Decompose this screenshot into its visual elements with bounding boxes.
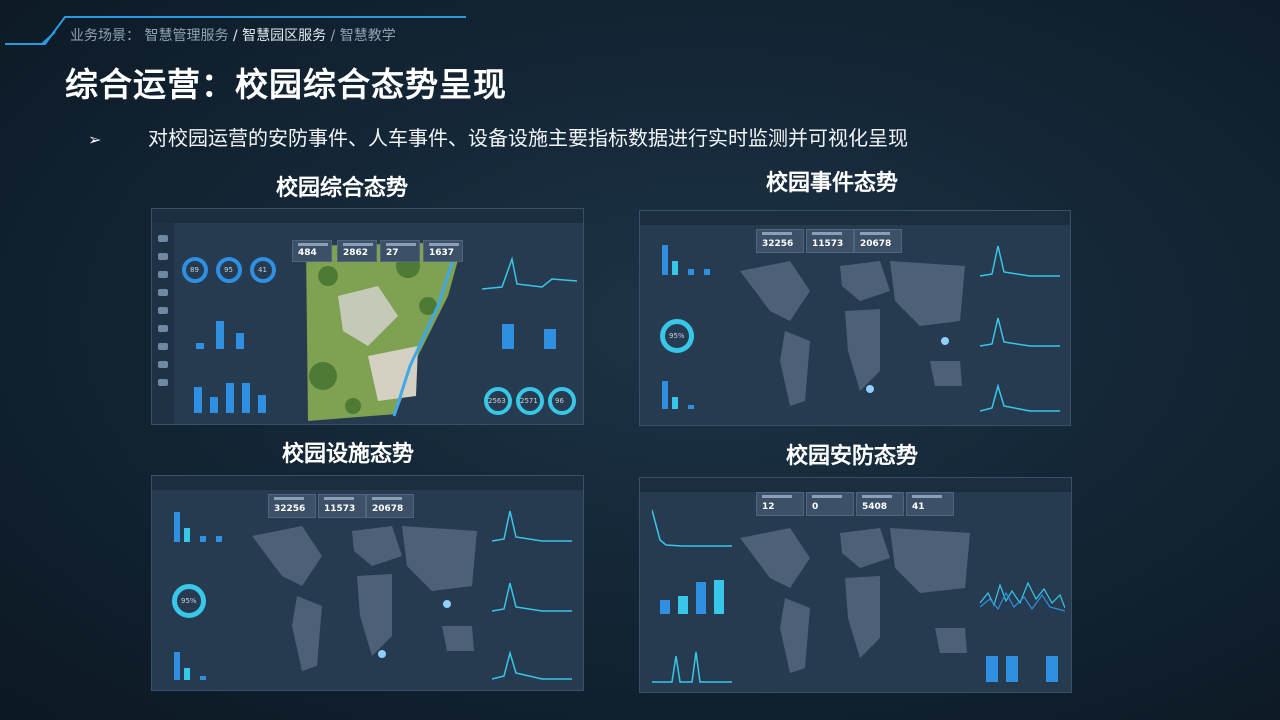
nav-icon [158, 289, 168, 296]
panel-title-events: 校园事件态势 [765, 171, 898, 196]
breadcrumb: 业务场景： 智慧管理服务 / 智慧园区服务 / 智慧教学 [70, 25, 396, 45]
chart-bar [184, 528, 190, 542]
nav-icon [158, 235, 168, 242]
campus-aerial-map[interactable] [298, 236, 478, 425]
stat-card: 11573 [318, 494, 366, 518]
chart-bar [174, 512, 180, 542]
chart-bar [672, 397, 678, 409]
panel-title-security: 校园安防态势 [785, 444, 918, 469]
stat-card: 484 [292, 240, 332, 262]
nav-icon [158, 271, 168, 278]
stat-card: 12 [756, 492, 804, 516]
stat-card: 2862 [337, 240, 377, 262]
progress-value: 95% [181, 597, 197, 605]
chart-bar [1006, 656, 1018, 682]
chart-bar [696, 582, 706, 614]
line-chart [652, 651, 732, 683]
chart-bar [502, 324, 514, 349]
world-map [740, 261, 965, 406]
stat-card: 41 [906, 492, 954, 516]
chart-bar [226, 383, 234, 413]
stat-card: 0 [806, 492, 854, 516]
chart-bar [210, 397, 218, 413]
nav-icon [158, 343, 168, 350]
chart-bar [672, 261, 678, 275]
page-title: 综合运营：校园综合态势呈现 [65, 65, 507, 104]
line-chart [980, 245, 1060, 412]
bullet-text: 对校园运营的安防事件、人车事件、设备设施主要指标数据进行实时监测并可视化呈现 [148, 126, 908, 150]
chart-bar [662, 245, 668, 275]
chart-bar [200, 676, 206, 680]
line-chart [492, 510, 572, 680]
breadcrumb-sep-1: / [232, 28, 243, 44]
bullet-point: ➢ 对校园运营的安防事件、人车事件、设备设施主要指标数据进行实时监测并可视化呈现 [88, 122, 908, 151]
nav-icon [158, 253, 168, 260]
nav-icon [158, 307, 168, 314]
gauge-value: 2571 [520, 397, 538, 405]
chart-bar [258, 395, 266, 413]
nav-icon [158, 379, 168, 386]
nav-icon [158, 325, 168, 332]
stat-card: 5408 [856, 492, 904, 516]
line-chart [652, 509, 732, 547]
events-dashboard-thumbnail[interactable]: 32256 11573 20678 95% [639, 210, 1071, 426]
chart-bar [184, 668, 190, 680]
chart-bar [236, 333, 244, 349]
world-map [740, 528, 970, 673]
chart-bar [662, 381, 668, 409]
stat-card: 20678 [366, 494, 414, 518]
panel-title-comprehensive: 校园综合态势 [275, 176, 408, 201]
progress-value: 95% [669, 332, 685, 340]
dashboard-topbar [640, 478, 1071, 492]
stat-card: 1637 [423, 240, 463, 262]
dashboard-topbar [152, 476, 583, 490]
security-dashboard-thumbnail[interactable]: 12 0 5408 41 [639, 477, 1072, 693]
gauge-value: 96 [555, 397, 564, 405]
chart-bar [714, 580, 724, 614]
chart-bar [544, 329, 556, 349]
arrow-bullet-icon: ➢ [88, 130, 102, 149]
chart-bar [660, 600, 670, 614]
breadcrumb-item-park[interactable]: 智慧园区服务 [242, 28, 326, 44]
breadcrumb-item-management[interactable]: 智慧管理服务 [144, 28, 228, 44]
chart-bar [242, 383, 250, 413]
panel-title-facilities: 校园设施态势 [281, 442, 414, 467]
breadcrumb-prefix: 业务场景： [70, 28, 140, 44]
comprehensive-dashboard-thumbnail[interactable]: 89 95 41 484 2862 27 1637 2563 2571 96 [151, 208, 584, 425]
breadcrumb-item-teaching[interactable]: 智慧教学 [340, 28, 396, 44]
facilities-dashboard-thumbnail[interactable]: 32256 11573 20678 95% [151, 475, 584, 691]
chart-bar [194, 387, 202, 413]
chart-bar [986, 656, 998, 682]
chart-bar [688, 405, 694, 409]
gauge-value: 95 [224, 266, 233, 274]
nav-icon [158, 361, 168, 368]
chart-bar [1046, 656, 1058, 682]
stat-card: 32256 [756, 229, 804, 253]
chart-bar [174, 652, 180, 680]
chart-bar [704, 269, 710, 275]
stat-card: 20678 [854, 229, 902, 253]
chart-bar [200, 536, 206, 542]
stat-card: 27 [380, 240, 420, 262]
gauge-value: 89 [190, 266, 199, 274]
breadcrumb-sep-2: / [330, 28, 336, 44]
dashboard-topbar [640, 211, 1070, 225]
line-chart [482, 256, 577, 290]
stat-card: 11573 [806, 229, 854, 253]
chart-bar [678, 596, 688, 614]
dashboard-topbar [152, 209, 583, 223]
chart-bar [688, 269, 694, 275]
chart-bar [216, 536, 222, 542]
gauge-value: 2563 [488, 397, 506, 405]
chart-bar [216, 321, 224, 349]
area-chart [980, 581, 1065, 612]
dashboard-sidebar [152, 223, 174, 424]
world-map [252, 526, 477, 671]
gauge-value: 41 [258, 266, 267, 274]
chart-bar [196, 343, 204, 349]
stat-card: 32256 [268, 494, 316, 518]
